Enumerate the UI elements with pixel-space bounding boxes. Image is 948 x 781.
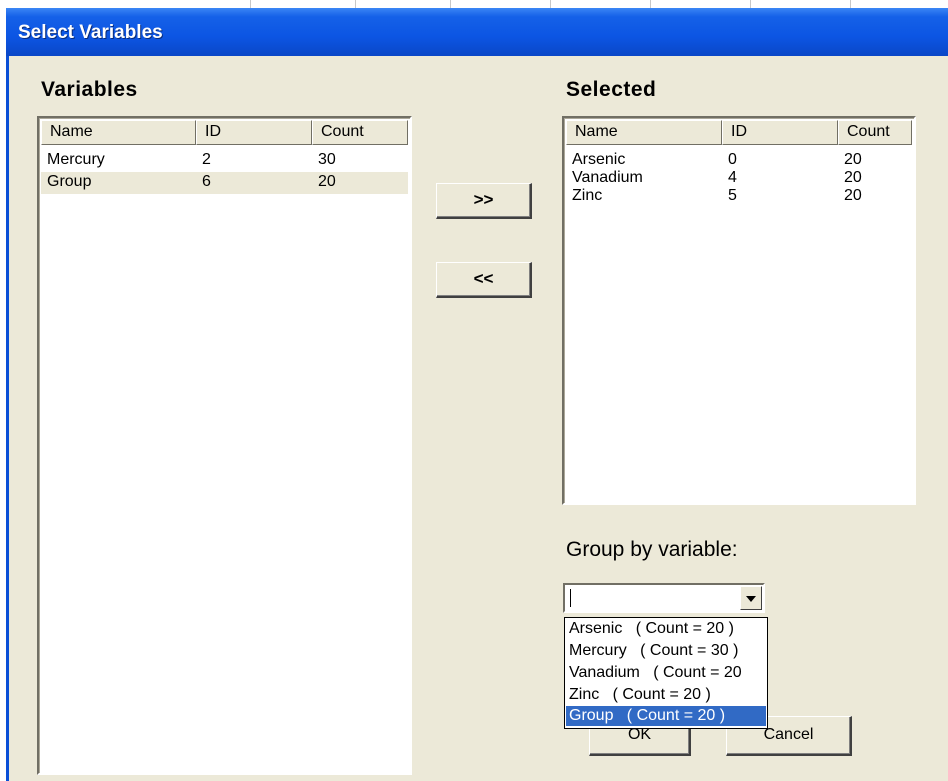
column-header-count[interactable]: Count [838,120,912,145]
list-item-name: Mercury [47,151,105,168]
variables-title: Variables [41,78,138,101]
list-item-count: 20 [844,187,862,204]
add-to-selected-button[interactable]: >> [436,183,532,219]
desktop-gridline [550,0,551,8]
list-item-id: 2 [202,151,211,168]
list-item-id: 0 [728,151,737,168]
list-item-id: 6 [202,173,211,190]
list-item[interactable]: Group 6 20 [41,172,408,194]
list-item-count: 20 [844,151,862,168]
desktop-gridline [750,0,751,8]
dropdown-option[interactable]: Mercury ( Count = 30 ) [566,641,766,661]
variables-list[interactable]: Name ID Count Mercury 2 30 Group 6 20 [37,116,412,775]
list-item-name: Vanadium [572,169,643,186]
desktop-gridline [650,0,651,8]
list-item-name: Zinc [572,187,603,204]
group-by-dropdown-list[interactable]: Arsenic ( Count = 20 ) Mercury ( Count =… [564,617,768,729]
column-header-id[interactable]: ID [722,120,838,145]
dropdown-option[interactable]: Vanadium ( Count = 20 [566,663,766,683]
group-by-combobox[interactable] [563,583,765,613]
column-header-name[interactable]: Name [566,120,722,145]
list-item-name: Group [47,173,92,190]
window-title: Select Variables [18,22,163,43]
list-item-id: 4 [728,169,737,186]
desktop-gridline [355,0,356,8]
desktop-gridline [850,0,851,8]
variables-list-header: Name ID Count [41,120,408,145]
column-header-name[interactable]: Name [41,120,196,145]
chevron-down-icon [746,596,756,602]
desktop-gridline [450,0,451,8]
list-item-count: 20 [844,169,862,186]
title-bar[interactable]: Select Variables [6,8,948,56]
dropdown-option-highlighted[interactable]: Group ( Count = 20 ) [566,706,766,726]
text-caret [570,589,571,607]
dialog-body: Variables Name ID Count Mercury 2 30 Gro… [9,56,948,781]
selected-title: Selected [566,78,657,101]
selected-list-header: Name ID Count [566,120,912,145]
select-variables-dialog: Select Variables Variables Name ID Count… [6,8,948,781]
desktop-gridline [250,0,251,8]
group-by-label: Group by variable: [566,538,738,561]
list-item-id: 5 [728,187,737,204]
list-item-count: 30 [318,151,336,168]
dropdown-option[interactable]: Arsenic ( Count = 20 ) [566,619,766,639]
list-item[interactable]: Zinc 5 20 [566,186,912,208]
column-header-count[interactable]: Count [312,120,408,145]
dropdown-button[interactable] [740,586,762,610]
selected-list[interactable]: Name ID Count Arsenic 0 20 Vanadium 4 20… [562,116,916,505]
remove-from-selected-button[interactable]: << [436,262,532,298]
column-header-id[interactable]: ID [196,120,312,145]
list-item-count: 20 [318,173,336,190]
list-item-name: Arsenic [572,151,626,168]
dropdown-option[interactable]: Zinc ( Count = 20 ) [566,685,766,705]
list-item[interactable]: Mercury 2 30 [41,150,408,172]
